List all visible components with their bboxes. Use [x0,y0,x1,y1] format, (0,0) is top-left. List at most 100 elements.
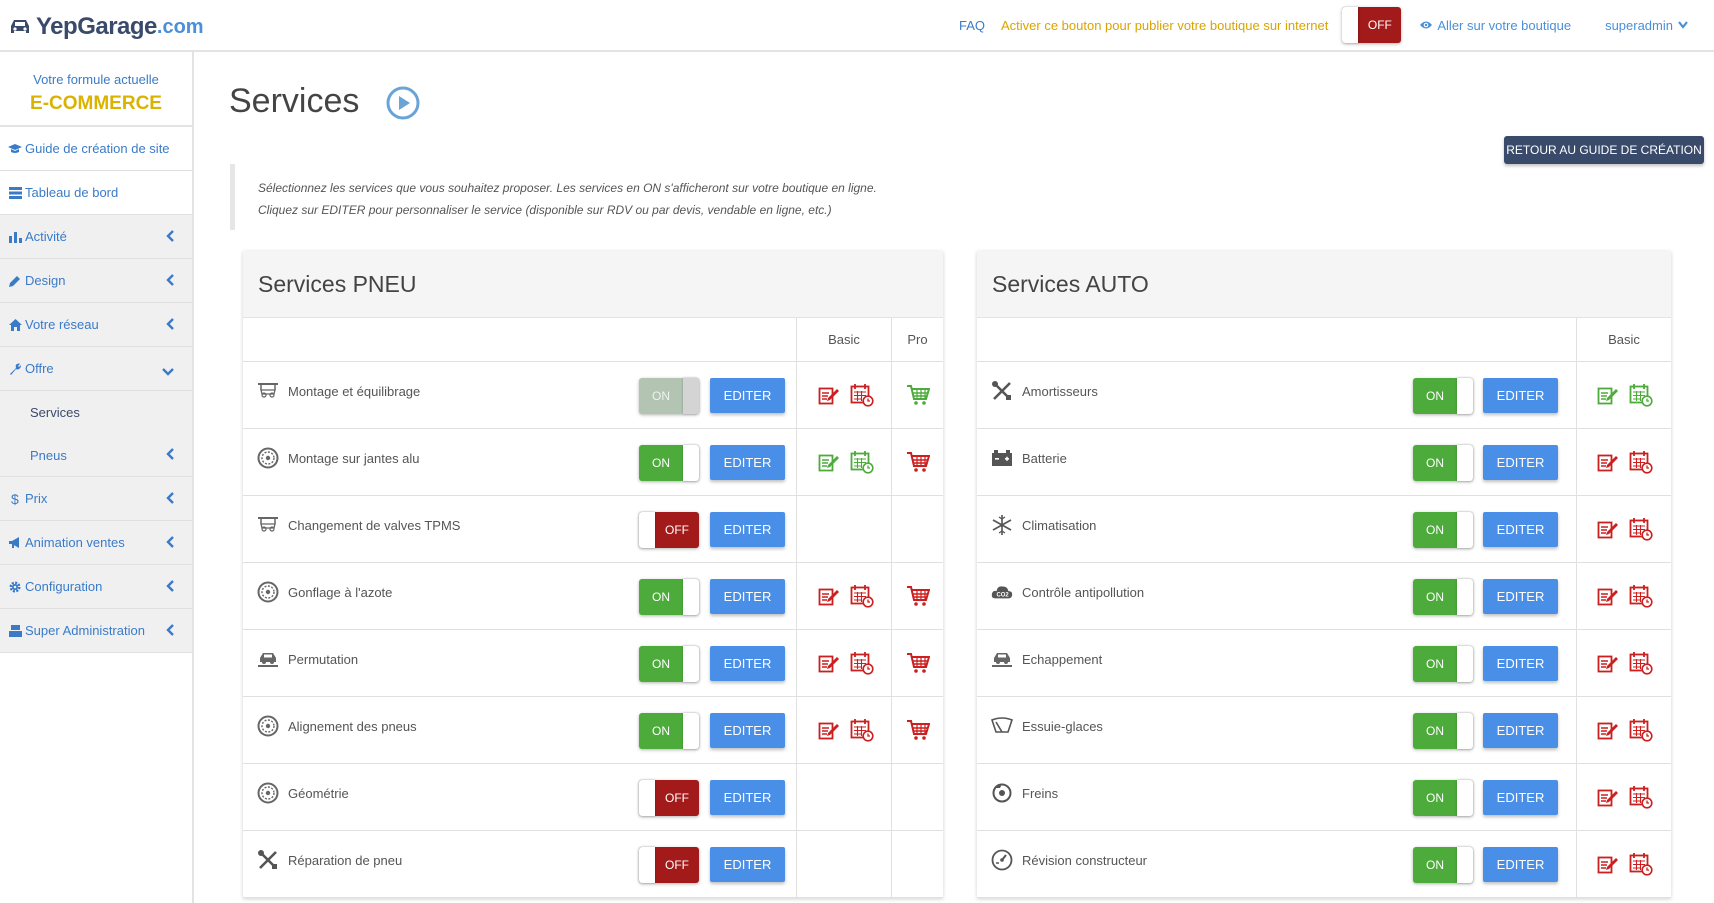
service-toggle[interactable]: ON [1413,512,1473,548]
service-toggle[interactable]: ON [639,646,699,682]
edit-details-icon[interactable] [1597,518,1619,540]
calendar-appointment-icon[interactable] [850,584,874,608]
service-toggle[interactable]: ON [1413,445,1473,481]
car-lift-icon [257,648,279,670]
edit-details-icon[interactable] [1597,853,1619,875]
service-toggle[interactable]: ON [1413,378,1473,414]
edit-button[interactable]: EDITER [1483,445,1558,480]
edit-button[interactable]: EDITER [1483,512,1558,547]
calendar-appointment-icon[interactable] [850,651,874,675]
service-toggle[interactable]: ON [1413,579,1473,615]
tire-lift-icon [257,514,279,536]
edit-button[interactable]: EDITER [710,713,785,748]
sidebar-item-super-administration[interactable]: Super Administration [0,609,192,653]
calendar-appointment-icon[interactable] [1629,584,1653,608]
calendar-appointment-icon[interactable] [1629,651,1653,675]
service-toggle[interactable]: OFF [639,847,699,883]
shopping-cart-icon[interactable] [906,384,931,406]
chevron-down-icon [162,368,174,376]
sidebar-item-prix[interactable]: $ Prix [0,477,192,521]
sidebar-item-label: Super Administration [25,623,145,638]
service-toggle[interactable]: OFF [639,780,699,816]
edit-button[interactable]: EDITER [710,378,785,413]
service-toggle-label: ON [1426,590,1444,604]
plan-name: E-COMMERCE [30,93,162,114]
edit-details-icon[interactable] [1597,451,1619,473]
edit-button[interactable]: EDITER [710,445,785,480]
sidebar-item-activite[interactable]: Activité [0,215,192,259]
shopping-cart-icon[interactable] [906,652,931,674]
sidebar-item-animation-ventes[interactable]: Animation ventes [0,521,192,565]
sidebar-item-services[interactable]: Services [0,391,192,434]
chevron-down-icon [1678,21,1688,29]
sidebar-item-offre[interactable]: Offre [0,347,192,391]
service-name: Permutation [288,652,359,667]
service-toggle[interactable]: ON [639,579,699,615]
edit-button[interactable]: EDITER [710,579,785,614]
sidebar-item-pneus[interactable]: Pneus [0,434,192,477]
edit-button[interactable]: EDITER [710,847,785,882]
users-icon [8,624,22,638]
edit-details-icon[interactable] [1597,652,1619,674]
edit-button[interactable]: EDITER [710,512,785,547]
edit-button[interactable]: EDITER [1483,780,1558,815]
service-toggle[interactable]: ON [1413,847,1473,883]
sidebar-item-configuration[interactable]: Configuration [0,565,192,609]
sidebar-item-design[interactable]: Design [0,259,192,303]
edit-button[interactable]: EDITER [1483,646,1558,681]
service-toggle-label: ON [1426,456,1444,470]
sidebar-item-votre-reseau[interactable]: Votre réseau [0,303,192,347]
edit-details-icon[interactable] [818,652,840,674]
sidebar-item-tableau-de-bord[interactable]: Tableau de bord [0,171,192,215]
edit-details-icon[interactable] [818,451,840,473]
edit-button[interactable]: EDITER [710,646,785,681]
calendar-appointment-icon[interactable] [1629,852,1653,876]
edit-button[interactable]: EDITER [1483,378,1558,413]
service-toggle[interactable]: ON [639,445,699,481]
megaphone-icon [8,536,22,550]
edit-button[interactable]: EDITER [710,780,785,815]
service-toggle-label: OFF [665,791,689,805]
wrench-icon [8,362,22,376]
edit-details-icon[interactable] [1597,585,1619,607]
main-content: Services RETOUR AU GUIDE DE CRÉATION Sél… [196,52,1714,903]
calendar-appointment-icon[interactable] [1629,383,1653,407]
shopping-cart-icon[interactable] [906,585,931,607]
sidebar-item-label: Guide de création de site [25,141,170,156]
co2-cloud-icon: CO2 [991,581,1013,603]
calendar-appointment-icon[interactable] [850,450,874,474]
calendar-appointment-icon[interactable] [1629,785,1653,809]
calendar-appointment-icon[interactable] [1629,450,1653,474]
calendar-appointment-icon[interactable] [850,383,874,407]
service-toggle[interactable]: ON [1413,646,1473,682]
edit-details-icon[interactable] [1597,719,1619,741]
publish-toggle[interactable]: OFF [1342,7,1402,43]
shopping-cart-icon[interactable] [906,719,931,741]
edit-details-icon[interactable] [818,719,840,741]
edit-button[interactable]: EDITER [1483,579,1558,614]
edit-button[interactable]: EDITER [1483,847,1558,882]
service-toggle[interactable]: ON [1413,713,1473,749]
edit-details-icon[interactable] [1597,786,1619,808]
calendar-appointment-icon[interactable] [850,718,874,742]
calendar-appointment-icon[interactable] [1629,517,1653,541]
service-toggle[interactable]: OFF [639,512,699,548]
service-toggle[interactable]: ON [639,713,699,749]
edit-details-icon[interactable] [818,384,840,406]
calendar-appointment-icon[interactable] [1629,718,1653,742]
edit-details-icon[interactable] [1597,384,1619,406]
shop-link[interactable]: Aller sur votre boutique [1419,18,1571,33]
edit-details-icon[interactable] [818,585,840,607]
service-toggle[interactable]: ON [1413,780,1473,816]
faq-link[interactable]: FAQ [959,18,985,33]
sidebar-item-guide-de-creation-de-site[interactable]: Guide de création de site [0,127,192,171]
service-row-controle-antipollution: CO2 Contrôle antipollution ON EDITER [977,563,1671,630]
user-menu[interactable]: superadmin [1605,18,1688,33]
shopping-cart-icon[interactable] [906,451,931,473]
logo[interactable]: YepGarage .com [8,12,204,42]
edit-button[interactable]: EDITER [1483,713,1558,748]
service-toggle-label: OFF [665,523,689,537]
play-video-icon[interactable] [386,86,420,120]
back-to-guide-button[interactable]: RETOUR AU GUIDE DE CRÉATION [1504,136,1704,164]
car-icon [11,20,29,33]
